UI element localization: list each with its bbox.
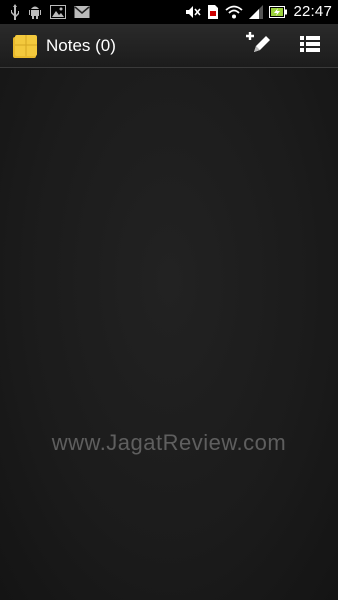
wifi-icon (225, 5, 244, 19)
list-menu-icon (300, 35, 320, 58)
gmail-icon (74, 5, 90, 19)
add-note-icon (244, 30, 272, 63)
notes-app-icon[interactable] (12, 33, 38, 64)
image-icon (50, 5, 66, 19)
notification-icons (10, 4, 90, 20)
app-title: Notes (0) (46, 36, 116, 55)
signal-icon (249, 4, 264, 19)
menu-button[interactable] (292, 30, 328, 62)
watermark: www.JagatReview.com (51, 430, 287, 455)
sim-icon (207, 4, 219, 20)
system-icons: 22:47 (185, 3, 332, 20)
mute-icon (185, 5, 202, 19)
battery-charging-icon (269, 5, 288, 19)
clock: 22:47 (293, 3, 332, 20)
status-bar: 22:47 (0, 0, 338, 24)
action-bar: Notes (0) (0, 24, 338, 68)
android-icon (28, 4, 42, 20)
new-note-button[interactable] (240, 30, 276, 62)
usb-icon (10, 4, 20, 20)
notes-list-empty (0, 68, 338, 600)
